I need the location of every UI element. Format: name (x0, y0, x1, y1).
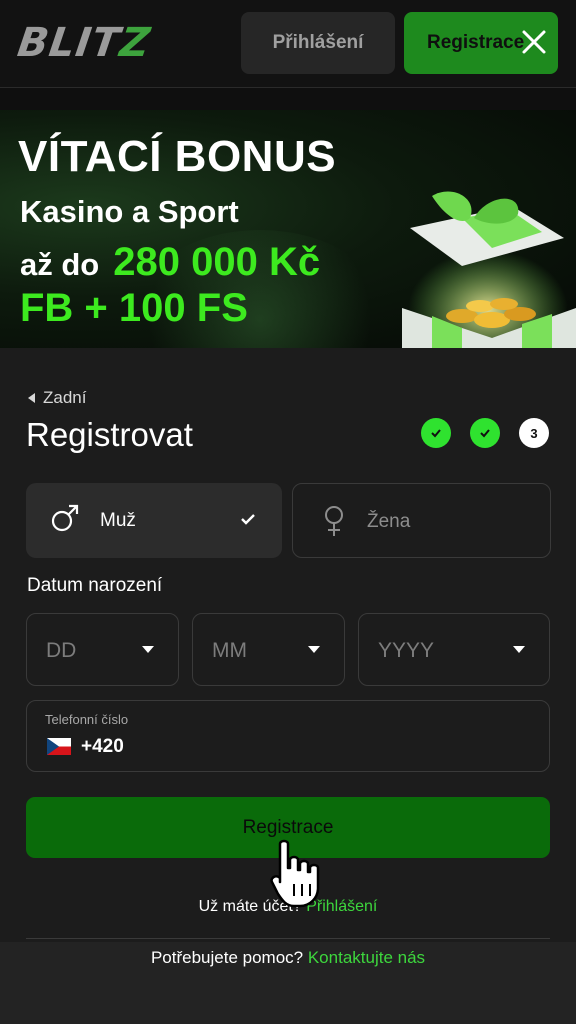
hand-pointer-icon (270, 839, 320, 908)
gift-box-icon (402, 191, 576, 350)
gender-male-option[interactable]: Muž (26, 483, 282, 558)
step-1-done (421, 418, 451, 448)
gender-male-label: Muž (100, 510, 136, 531)
close-icon[interactable] (514, 22, 554, 62)
chevron-down-icon (308, 646, 320, 653)
dob-day-select[interactable]: DD (26, 613, 179, 686)
check-icon (431, 429, 441, 438)
help-line: Potřebujete pomoc? Kontaktujte nás (0, 948, 576, 968)
page-title: Registrovat (26, 416, 193, 453)
banner-title: VÍTACÍ BONUS (18, 132, 337, 181)
male-icon (51, 504, 79, 532)
back-arrow-icon (28, 393, 35, 403)
banner-subtitle: Kasino a Sport (20, 194, 239, 229)
phone-label: Telefonní číslo (45, 712, 129, 727)
divider (26, 938, 550, 939)
back-link[interactable]: Zadní (28, 388, 86, 408)
dob-month-select[interactable]: MM (192, 613, 345, 686)
logo-text: BLIT (14, 20, 124, 66)
help-text: Potřebujete pomoc? (150, 948, 304, 967)
banner-free-spins: FB + 100 FS (20, 286, 248, 330)
blitz-logo[interactable]: BLIT Z (15, 20, 154, 66)
back-label: Zadní (43, 388, 87, 407)
welcome-bonus-banner[interactable]: VÍTACÍ BONUS Kasino a Sport až do 280 000… (0, 110, 576, 350)
czech-flag-icon (47, 738, 71, 755)
banner-amount-line: až do 280 000 Kč (20, 240, 320, 285)
check-icon (480, 429, 490, 438)
dob-month-placeholder: MM (212, 639, 247, 662)
dob-day-placeholder: DD (46, 639, 77, 662)
phone-field[interactable]: Telefonní číslo +420 (26, 700, 550, 772)
login-button[interactable]: Přihlášení (241, 12, 395, 74)
step-2-done (470, 418, 500, 448)
phone-country-code[interactable]: +420 (81, 736, 124, 758)
chevron-down-icon (513, 646, 525, 653)
banner-amount-prefix: až do (20, 247, 100, 282)
registration-panel: Zadní Registrovat 3 Muž Žena Datum naroz… (0, 348, 576, 1024)
contact-link[interactable]: Kontaktujte nás (308, 948, 425, 967)
top-header: BLIT Z Přihlášení Registrace (0, 0, 576, 88)
banner-amount: 280 000 Kč (113, 240, 321, 284)
gender-female-label: Žena (367, 511, 411, 532)
gender-female-option[interactable]: Žena (292, 483, 551, 558)
step-3-current: 3 (519, 418, 549, 448)
dob-year-placeholder: YYYY (378, 639, 435, 662)
logo-accent: Z (116, 20, 154, 66)
dob-label: Datum narození (27, 575, 163, 596)
female-icon (325, 506, 343, 536)
dob-year-select[interactable]: YYYY (358, 613, 550, 686)
selected-check-icon (241, 514, 255, 525)
chevron-down-icon (142, 646, 154, 653)
